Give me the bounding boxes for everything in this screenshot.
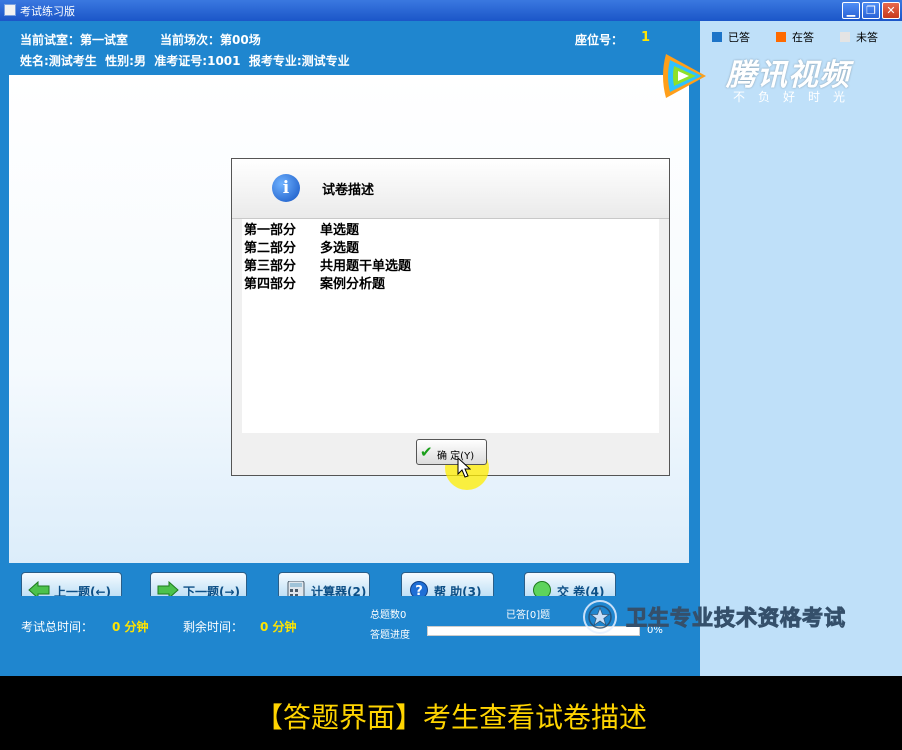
seat-label: 座位号： <box>575 33 624 47</box>
dialog-title: 试卷描述 <box>322 183 375 198</box>
part-name: 第四部分 <box>244 277 297 292</box>
part-row: 第一部分 单选题 <box>244 219 359 238</box>
part-type: 案例分析题 <box>320 277 386 292</box>
paper-description-dialog: i 试卷描述 第一部分 单选题 第二部分 多选题 第三部分 共用题干单选题 第四部分 案… <box>231 158 670 490</box>
watermark-slogan: 不负好时光 <box>733 90 859 104</box>
answered-count: 已答[0]题 <box>506 610 551 621</box>
legend-unanswered-swatch <box>840 32 850 42</box>
part-type: 单选题 <box>320 223 360 238</box>
tencent-video-watermark: 腾讯视频 不负好时光 <box>658 46 868 106</box>
video-caption-bar: 【答题界面】考生查看试卷描述 <box>0 676 902 750</box>
dialog-header: i 试卷描述 <box>232 159 669 219</box>
window-title: 考试练习版 <box>20 5 75 18</box>
legend-answered-swatch <box>712 32 722 42</box>
maximize-icon[interactable]: ❐ <box>862 2 880 19</box>
legend-unanswered-label: 未答 <box>856 31 878 44</box>
mouse-cursor-icon <box>457 457 471 478</box>
progress-label: 答题进度 <box>370 630 410 641</box>
legend-current-label: 在答 <box>792 31 814 44</box>
part-type: 共用题干单选题 <box>320 259 412 274</box>
part-row: 第四部分 案例分析题 <box>244 273 385 292</box>
total-questions: 总题数0 <box>370 610 407 621</box>
legend-answered-label: 已答 <box>728 31 750 44</box>
close-icon[interactable]: ✕ <box>882 2 900 19</box>
app-icon <box>4 4 16 16</box>
legend-unanswered: 未答 <box>840 29 878 45</box>
total-time-value: 0 分钟 <box>112 620 149 634</box>
tencent-video-logo-icon <box>663 54 706 98</box>
check-icon: ✔ <box>420 443 433 461</box>
part-name: 第二部分 <box>244 241 297 256</box>
exam-room-label: 当前试室：第一试室 <box>20 33 129 47</box>
legend-answered: 已答 <box>712 29 750 45</box>
remaining-time-value: 0 分钟 <box>260 620 297 634</box>
info-icon: i <box>272 174 300 202</box>
remaining-time-label: 剩余时间： <box>183 620 244 634</box>
site-watermark: 卫生专业技术资格考试 <box>580 595 902 635</box>
exam-header: 当前试室：第一试室 当前场次：第00场 座位号： 1 姓名:测试考生 性别:男 … <box>0 21 700 75</box>
total-time-label: 考试总时间： <box>21 620 94 634</box>
confirm-button[interactable]: ✔ 确 定(Y) <box>416 439 487 465</box>
minimize-icon[interactable]: ▁ <box>842 2 860 19</box>
site-watermark-text: 卫生专业技术资格考试 <box>626 606 846 631</box>
part-row: 第二部分 多选题 <box>244 237 359 256</box>
window-titlebar: 考试练习版 ▁ ❐ ✕ <box>0 0 902 21</box>
exam-session-label: 当前场次：第00场 <box>160 33 261 47</box>
question-status-panel: 已答 在答 未答 <box>700 21 902 676</box>
dialog-body: 第一部分 单选题 第二部分 多选题 第三部分 共用题干单选题 第四部分 案例分析题 <box>242 219 659 433</box>
video-caption: 【答题界面】考生查看试卷描述 <box>254 701 647 734</box>
legend-current: 在答 <box>776 29 814 45</box>
seal-emblem-icon <box>583 600 617 634</box>
part-type: 多选题 <box>320 241 360 256</box>
part-row: 第三部分 共用题干单选题 <box>244 255 411 274</box>
seat-number: 1 <box>641 30 651 45</box>
legend-current-swatch <box>776 32 786 42</box>
part-name: 第一部分 <box>244 223 297 238</box>
candidate-info: 姓名:测试考生 性别:男 准考证号:1001 报考专业:测试专业 <box>20 54 350 68</box>
part-name: 第三部分 <box>244 259 297 274</box>
